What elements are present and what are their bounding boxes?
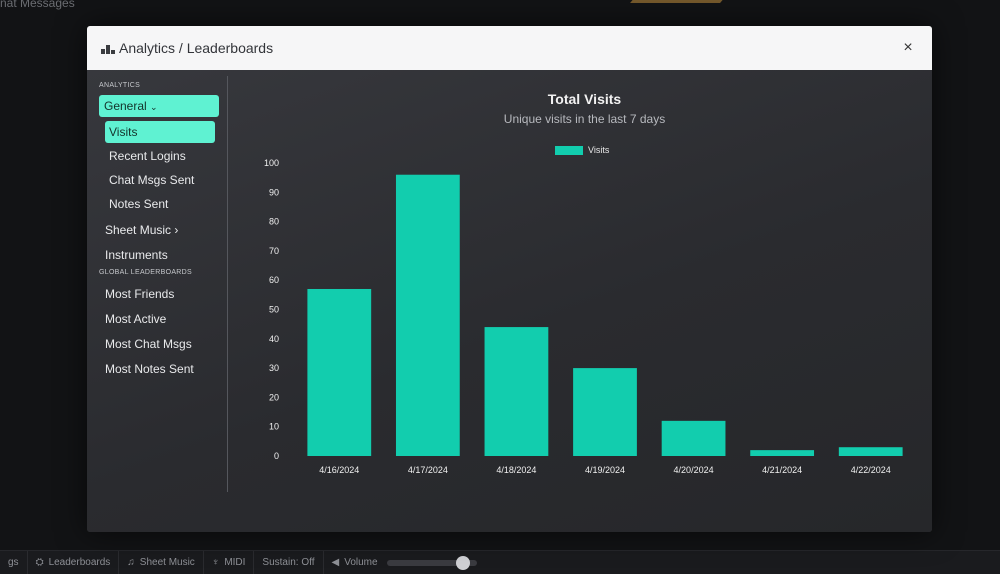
y-tick-label: 0 bbox=[274, 451, 279, 461]
close-button[interactable]: × bbox=[898, 39, 918, 57]
modal-header: Analytics / Leaderboards × bbox=[87, 26, 932, 70]
toolbar-item-volume[interactable]: ◀ Volume bbox=[324, 551, 485, 574]
toolbar-item-sustain[interactable]: Sustain: Off bbox=[254, 551, 324, 574]
section-label-global-leaderboards: GLOBAL LEADERBOARDS bbox=[99, 269, 192, 276]
sidebar-item-label: Sheet Music bbox=[105, 223, 172, 237]
general-dropdown-label: General bbox=[104, 99, 147, 113]
x-tick-label: 4/22/2024 bbox=[851, 465, 891, 475]
toolbar-item-sheet-music[interactable]: ♫ Sheet Music bbox=[119, 551, 204, 574]
chart-area: Total Visits Unique visits in the last 7… bbox=[237, 70, 932, 532]
toolbar-item-label: Sustain: Off bbox=[262, 557, 315, 568]
music-note-icon: ♫ bbox=[127, 557, 135, 568]
bar[interactable] bbox=[395, 174, 460, 456]
sidebar-item-notes-sent[interactable]: Notes Sent bbox=[105, 193, 224, 215]
toolbar-item-leaderboards[interactable]: ⛭ Leaderboards bbox=[28, 551, 120, 574]
x-tick-label: 4/17/2024 bbox=[408, 465, 448, 475]
bar[interactable] bbox=[484, 327, 549, 456]
y-tick-label: 10 bbox=[269, 422, 279, 432]
bar-chart: 0 10 20 30 40 50 60 70 80 90 100 4/16/2024 4/17/2024… bbox=[264, 158, 903, 475]
x-tick-label: 4/18/2024 bbox=[496, 465, 536, 475]
bar[interactable] bbox=[838, 447, 903, 456]
y-tick-label: 80 bbox=[269, 217, 279, 227]
chevron-down-icon: ⌄ bbox=[150, 102, 158, 112]
y-tick-label: 40 bbox=[269, 334, 279, 344]
x-tick-label: 4/20/2024 bbox=[674, 465, 714, 475]
chevron-right-icon: › bbox=[174, 223, 179, 237]
sidebar-item-sheet-music[interactable]: Sheet Music › bbox=[99, 218, 224, 242]
y-tick-label: 60 bbox=[269, 275, 279, 285]
x-tick-label: 4/21/2024 bbox=[762, 465, 802, 475]
bottom-toolbar: gs ⛭ Leaderboards ♫ Sheet Music ♆ MIDI S… bbox=[0, 550, 1000, 574]
toolbar-item-label: MIDI bbox=[224, 557, 246, 568]
bar[interactable] bbox=[307, 288, 372, 456]
y-tick-label: 50 bbox=[269, 305, 279, 315]
midi-icon: ♆ bbox=[211, 557, 220, 568]
toolbar-item-label: Leaderboards bbox=[48, 557, 111, 568]
x-tick-label: 4/16/2024 bbox=[319, 465, 359, 475]
sidebar-item-instruments[interactable]: Instruments bbox=[99, 243, 224, 267]
analytics-modal: Analytics / Leaderboards × ANALYTICS Gen… bbox=[87, 26, 932, 532]
volume-slider[interactable] bbox=[386, 555, 477, 570]
modal-title: Analytics / Leaderboards bbox=[119, 40, 274, 56]
volume-slider-handle[interactable] bbox=[456, 555, 471, 570]
sidebar-divider bbox=[227, 76, 228, 492]
sidebar-item-most-chat-msgs[interactable]: Most Chat Msgs bbox=[99, 332, 224, 356]
sidebar-item-most-friends[interactable]: Most Friends bbox=[99, 282, 224, 306]
bar[interactable] bbox=[661, 420, 726, 456]
sidebar-item-recent-logins[interactable]: Recent Logins bbox=[105, 145, 224, 167]
sidebar-item-most-active[interactable]: Most Active bbox=[99, 307, 224, 331]
general-dropdown-button[interactable]: General ⌄ bbox=[99, 95, 219, 117]
sidebar-item-most-notes-sent[interactable]: Most Notes Sent bbox=[99, 357, 224, 381]
toolbar-item-messages[interactable]: gs bbox=[0, 551, 28, 574]
sidebar-item-chat-msgs-sent[interactable]: Chat Msgs Sent bbox=[105, 169, 224, 191]
sidebar: ANALYTICS General ⌄ Visits Recent Logins… bbox=[99, 82, 224, 382]
y-tick-label: 20 bbox=[269, 392, 279, 402]
toolbar-item-midi[interactable]: ♆ MIDI bbox=[204, 551, 255, 574]
leaderboard-icon: ⛭ bbox=[35, 557, 44, 568]
toolbar-item-label: Volume bbox=[344, 557, 378, 568]
x-tick-label: 4/19/2024 bbox=[585, 465, 625, 475]
section-label-analytics: ANALYTICS bbox=[99, 82, 141, 89]
y-tick-label: 100 bbox=[264, 158, 279, 168]
bar[interactable] bbox=[750, 450, 815, 456]
bar[interactable] bbox=[573, 368, 637, 456]
toolbar-item-label: gs bbox=[8, 557, 19, 568]
speaker-icon: ◀ bbox=[331, 557, 340, 568]
y-tick-label: 90 bbox=[269, 187, 279, 197]
y-tick-label: 30 bbox=[269, 363, 279, 373]
sidebar-item-visits[interactable]: Visits bbox=[105, 121, 215, 143]
leaderboard-icon bbox=[101, 42, 115, 54]
background-panel-title: nat Messages bbox=[0, 0, 75, 10]
y-tick-label: 70 bbox=[269, 246, 279, 256]
toolbar-item-label: Sheet Music bbox=[139, 557, 195, 568]
modal-body: ANALYTICS General ⌄ Visits Recent Logins… bbox=[87, 70, 932, 532]
